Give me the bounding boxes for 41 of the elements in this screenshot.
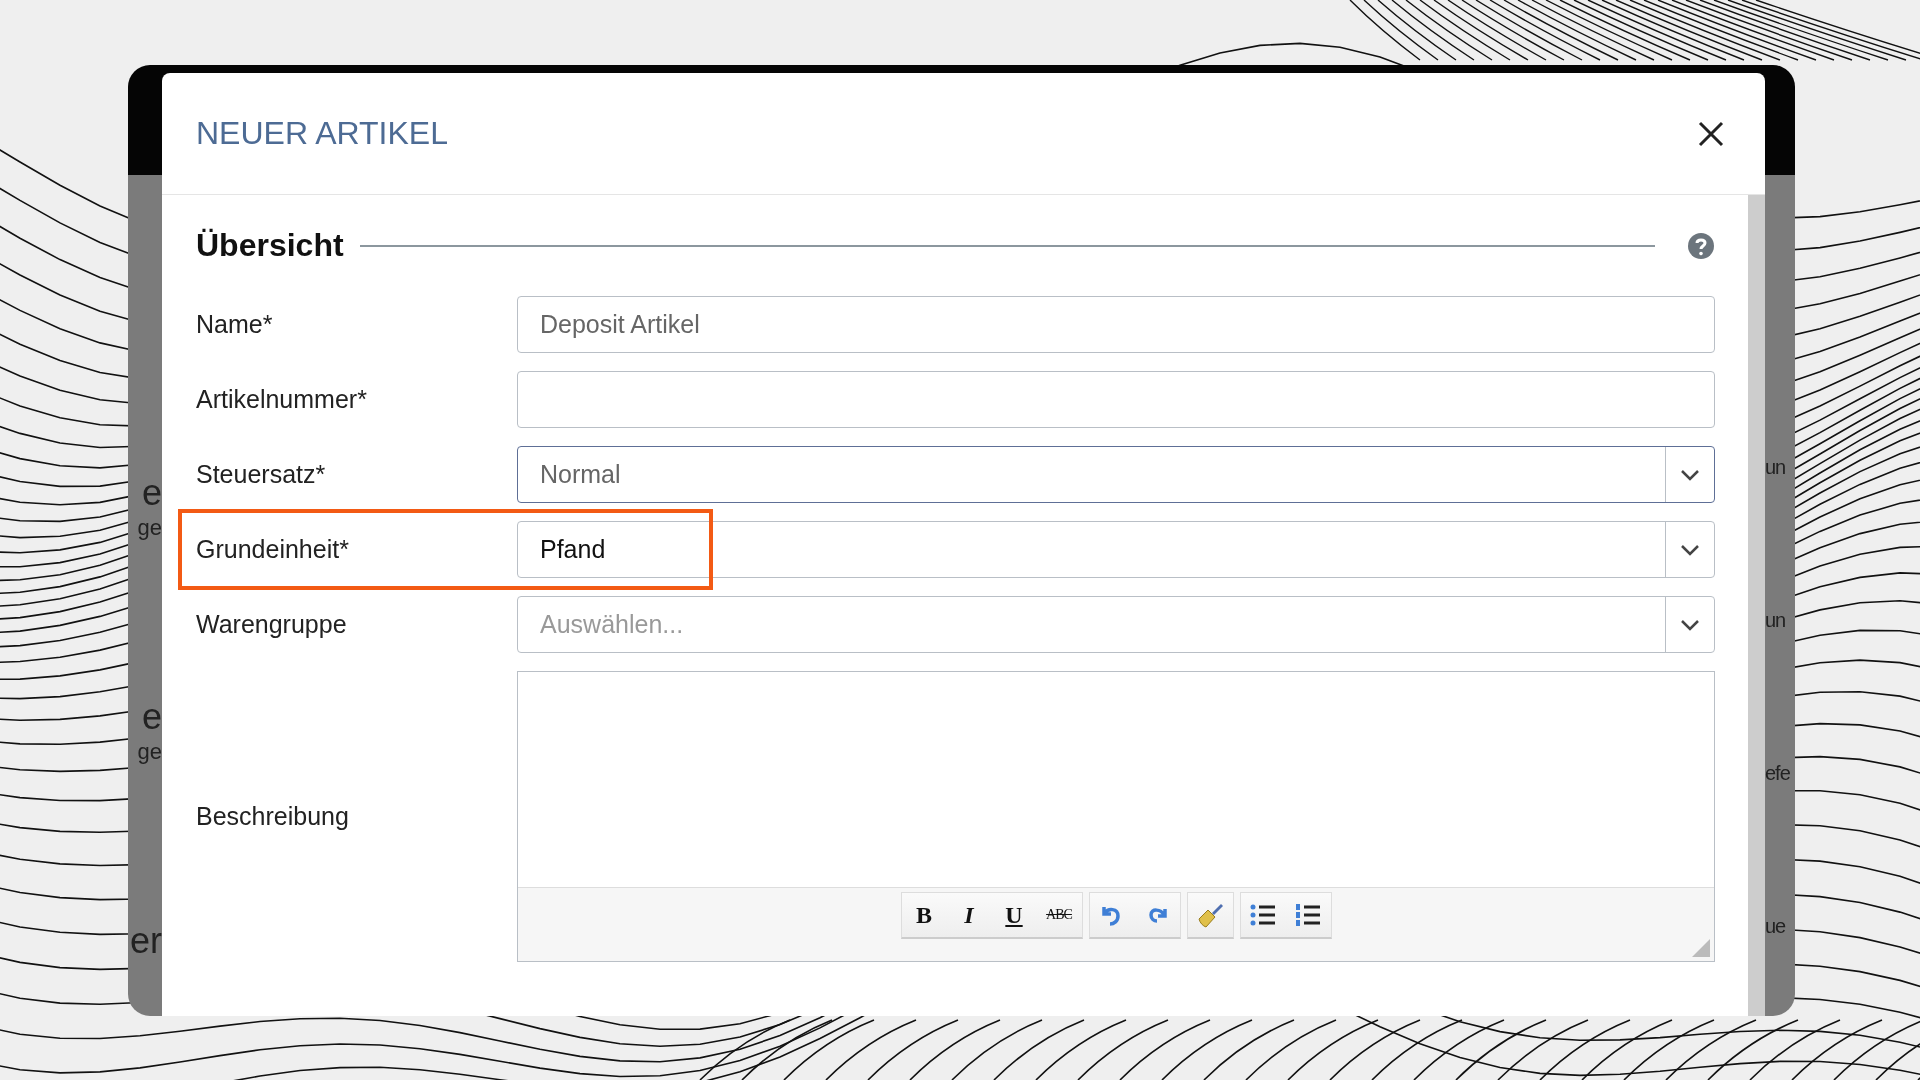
help-icon[interactable] <box>1687 231 1715 260</box>
numbered-list-icon <box>1294 903 1322 927</box>
strike-button[interactable]: ABC <box>1036 893 1082 937</box>
text-field[interactable]: Deposit Artikel <box>517 296 1715 353</box>
bulleted-list-icon <box>1249 903 1277 927</box>
background-text: er <box>130 923 162 959</box>
text-field[interactable] <box>517 371 1715 428</box>
field-label: Name* <box>196 310 274 339</box>
chevron-down-icon <box>1680 468 1700 481</box>
close-icon[interactable] <box>1697 119 1725 148</box>
select-field[interactable]: Normal <box>517 446 1715 503</box>
section-title: Übersicht <box>196 227 344 264</box>
dialog-title: NEUER ARTIKEL <box>196 115 448 152</box>
scrollbar[interactable] <box>1748 195 1765 1016</box>
background-text: efe <box>1765 763 1790 783</box>
undo-button[interactable] <box>1089 893 1135 937</box>
background-text: ue <box>1765 916 1786 936</box>
background-text: e <box>141 475 162 511</box>
background-text: un <box>1765 457 1786 477</box>
field-label: Artikelnummer* <box>196 385 368 414</box>
field-label: Beschreibung <box>196 802 350 831</box>
bold-button[interactable]: B <box>901 893 947 937</box>
underline-button[interactable]: U <box>991 893 1037 937</box>
redo-button[interactable] <box>1134 893 1180 937</box>
bullets-button[interactable] <box>1240 893 1286 937</box>
select-field[interactable]: Pfand <box>517 521 1715 578</box>
background-text: un <box>1765 610 1786 630</box>
italic-button[interactable]: I <box>946 893 992 937</box>
background-text: ge <box>137 741 162 763</box>
field-label: Warengruppe <box>196 610 348 639</box>
field-label: Steuersatz* <box>196 460 327 489</box>
background-text: e <box>141 699 162 735</box>
resize-grip-icon[interactable] <box>1692 939 1710 957</box>
chevron-down-icon <box>1680 618 1700 631</box>
clear-button[interactable] <box>1187 893 1233 937</box>
chevron-down-icon <box>1680 543 1700 556</box>
background-text: ge <box>137 517 162 539</box>
field-label: Grundeinheit* <box>196 535 350 564</box>
brush-icon <box>1195 901 1225 929</box>
numbers-button[interactable] <box>1285 893 1331 937</box>
description-editor[interactable]: B I U ABC <box>517 671 1715 962</box>
